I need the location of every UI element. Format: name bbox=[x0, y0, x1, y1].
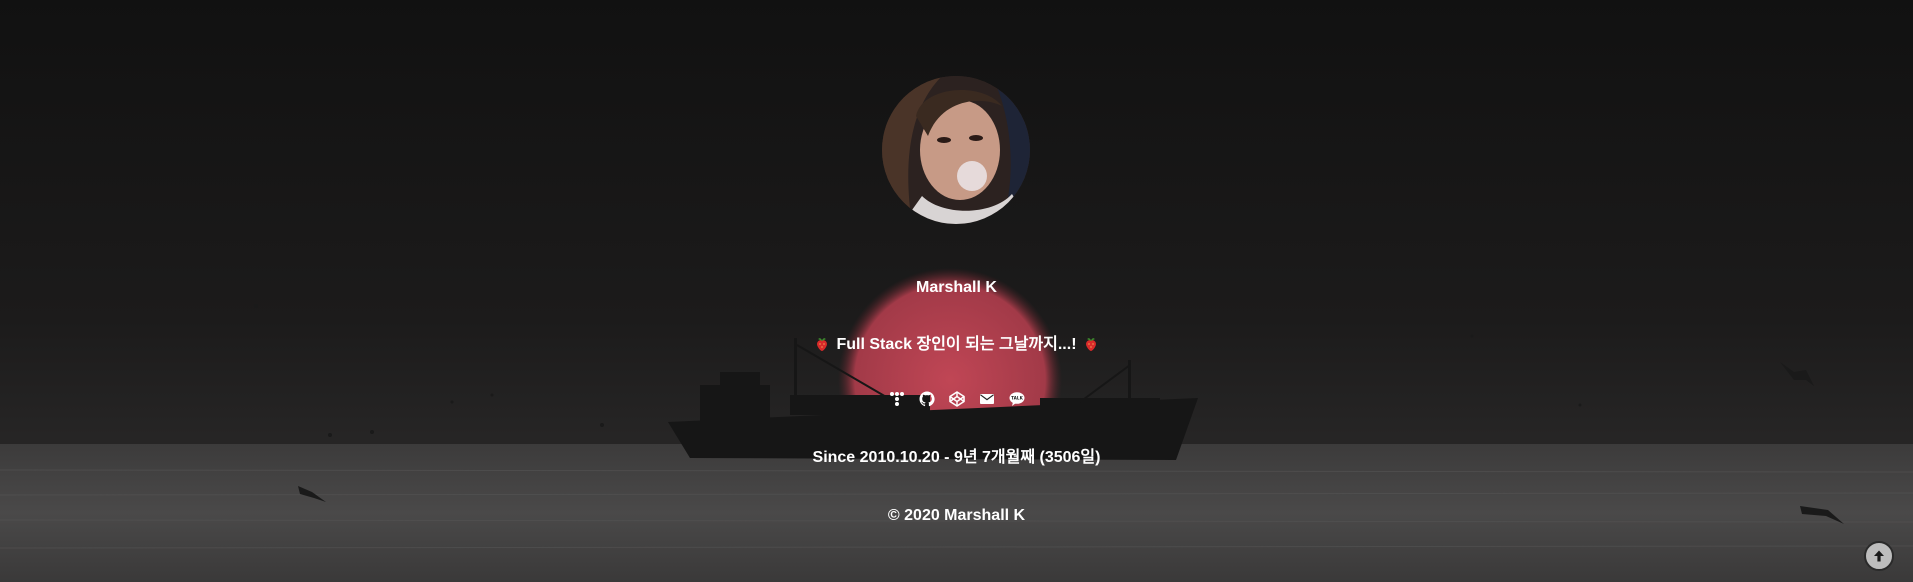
codepen-icon bbox=[948, 391, 965, 407]
github-icon bbox=[919, 391, 935, 407]
strawberry-icon bbox=[1083, 336, 1099, 358]
strawberry-icon bbox=[814, 336, 830, 358]
mail-icon bbox=[979, 394, 994, 404]
mail-link[interactable] bbox=[978, 390, 996, 408]
social-links: TALK bbox=[0, 390, 1913, 408]
arrow-up-icon bbox=[1874, 550, 1884, 562]
copyright-text: © 2020 Marshall K bbox=[887, 507, 1026, 524]
github-link[interactable] bbox=[918, 390, 936, 408]
profile-tagline-row: Full Stack 장인이 되는 그날까지...! bbox=[0, 335, 1913, 358]
codepen-link[interactable] bbox=[948, 390, 966, 408]
profile-name: Marshall K bbox=[916, 279, 997, 296]
profile-avatar[interactable] bbox=[882, 76, 1030, 224]
kakaotalk-icon: TALK bbox=[1009, 392, 1024, 406]
avatar-image bbox=[882, 76, 1030, 224]
tistory-icon bbox=[889, 392, 904, 406]
blog-footer: Marshall K Full Stack 장인이 되는 그날까지...! TA… bbox=[0, 0, 1913, 582]
blog-since: Since 2010.10.20 - 9년 7개월째 (3506일) bbox=[812, 449, 1101, 466]
profile-tagline: Full Stack 장인이 되는 그날까지...! bbox=[836, 336, 1077, 353]
svg-text:TALK: TALK bbox=[1011, 396, 1023, 401]
tistory-link[interactable] bbox=[888, 390, 906, 408]
kakaotalk-link[interactable]: TALK bbox=[1008, 390, 1026, 408]
scroll-to-top-button[interactable] bbox=[1864, 541, 1894, 571]
